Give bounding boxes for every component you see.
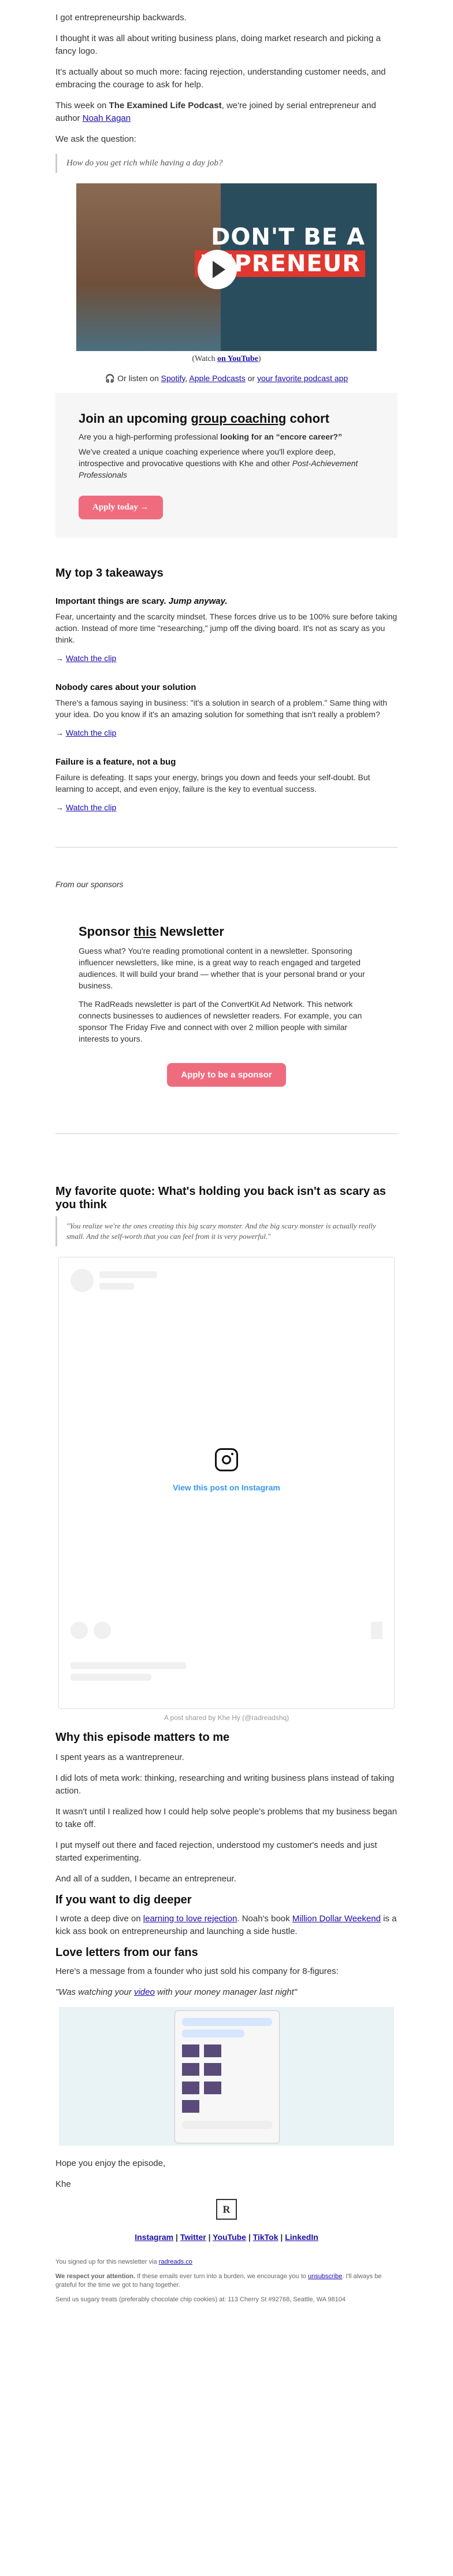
- love-p1: Here's a message from a founder who just…: [55, 1966, 339, 1976]
- social-links: Instagram | Twitter | YouTube | TikTok |…: [135, 2232, 318, 2242]
- spotify-link[interactable]: Spotify: [161, 374, 185, 383]
- intro-p4: This week on The Examined Life Podcast, …: [55, 101, 376, 123]
- apply-today-button[interactable]: Apply today →: [79, 496, 163, 519]
- instagram-attribution: A post shared by Khe Hy (@radreadshq): [164, 1714, 289, 1722]
- play-icon[interactable]: [198, 250, 237, 289]
- sponsor-p2: The RadReads newsletter is part of the C…: [79, 999, 362, 1043]
- placeholder-line: [99, 1283, 134, 1290]
- fan-message-screenshot: [59, 2007, 394, 2146]
- takeaway-item: Important things are scary. Jump anyway.…: [55, 596, 398, 663]
- tiktok-link[interactable]: TikTok: [253, 2232, 279, 2242]
- coaching-p1: Are you a high-performing professional l…: [79, 432, 342, 441]
- avatar: [70, 1269, 94, 1292]
- radreads-logo: R: [216, 2199, 237, 2220]
- bookmark-icon: [371, 1622, 383, 1639]
- takeaway-body: There's a famous saying in business: "it…: [55, 698, 388, 719]
- video-link[interactable]: video: [134, 1987, 155, 1997]
- apple-podcasts-link[interactable]: Apple Podcasts: [189, 374, 245, 383]
- podcast-app-link[interactable]: your favorite podcast app: [257, 374, 348, 383]
- like-icon: [70, 1622, 88, 1639]
- video-thumbnail[interactable]: DON'T BE A REPRENEUR: [76, 183, 377, 351]
- sponsor-card: Sponsor this Newsletter Guess what? You'…: [55, 908, 398, 1110]
- youtube-link[interactable]: YouTube: [213, 2232, 246, 2242]
- placeholder-line: [99, 1271, 157, 1278]
- phone-screenshot: [174, 2010, 280, 2143]
- group-coaching-link[interactable]: group coaching: [191, 411, 286, 426]
- sponsor-p1: Guess what? You're reading promotional c…: [79, 946, 365, 990]
- signature: Khe: [55, 2179, 71, 2189]
- love-title: Love letters from our fans: [55, 1946, 198, 1959]
- listen-line: 🎧 Or listen on Spotify, Apple Podcasts o…: [105, 374, 348, 383]
- takeaway-body: Failure is defeating. It saps your energ…: [55, 773, 370, 794]
- placeholder-line: [70, 1662, 186, 1669]
- radreads-link[interactable]: radreads.co: [159, 2258, 192, 2265]
- takeaway-item: Nobody cares about your solution There's…: [55, 682, 398, 737]
- instagram-link[interactable]: Instagram: [135, 2232, 173, 2242]
- intro-p1: I got entrepreneurship backwards.: [55, 13, 187, 23]
- video-caption: (Watch on YouTube): [192, 355, 261, 363]
- footer-respect: We respect your attention. If these emai…: [55, 2273, 382, 2289]
- sponsor-this-link[interactable]: this: [133, 924, 156, 939]
- takeaway-heading: Failure is a feature, not a bug: [55, 757, 176, 767]
- youtube-link[interactable]: on YouTube: [217, 355, 258, 363]
- love-quote: "Was watching your video with your money…: [55, 1987, 298, 1997]
- intro-p2: I thought it was all about writing busin…: [55, 34, 381, 56]
- linkedin-link[interactable]: LinkedIn: [285, 2232, 318, 2242]
- rejection-link[interactable]: learning to love rejection: [143, 1914, 237, 1924]
- instagram-icon[interactable]: [215, 1448, 238, 1471]
- intro-p3: It's actually about so much more: facing…: [55, 67, 386, 90]
- watch-clip-2[interactable]: → Watch the clip: [55, 728, 398, 737]
- why-p5: And all of a sudden, I became an entrepr…: [55, 1874, 236, 1884]
- view-on-instagram-link[interactable]: View this post on Instagram: [59, 1483, 394, 1492]
- takeaway-body: Fear, uncertainty and the scarcity minds…: [55, 612, 398, 644]
- watch-clip-1[interactable]: → Watch the clip: [55, 654, 398, 663]
- instagram-embed[interactable]: View this post on Instagram: [58, 1257, 395, 1709]
- why-p2: I did lots of meta work: thinking, resea…: [55, 1773, 395, 1796]
- why-p3: It wasn't until I realized how I could h…: [55, 1807, 398, 1829]
- watch-clip-3[interactable]: → Watch the clip: [55, 803, 398, 812]
- deeper-title: If you want to dig deeper: [55, 1894, 192, 1906]
- favquote-quote: "You realize we're the ones creating thi…: [55, 1216, 398, 1246]
- intro-p5: We ask the question:: [55, 134, 136, 144]
- coaching-p2: We've created a unique coaching experien…: [79, 447, 358, 479]
- takeaway-heading: Nobody cares about your solution: [55, 682, 196, 692]
- takeaways-title: My top 3 takeaways: [55, 567, 164, 580]
- coaching-card: Join an upcoming group coaching cohort A…: [55, 393, 398, 538]
- guest-link[interactable]: Noah Kagan: [83, 113, 131, 123]
- sponsor-title: Sponsor this Newsletter: [79, 924, 224, 939]
- apply-sponsor-button[interactable]: Apply to be a sponsor: [167, 1063, 286, 1087]
- coaching-title: Join an upcoming group coaching cohort: [79, 411, 329, 426]
- book-link[interactable]: Million Dollar Weekend: [292, 1914, 381, 1924]
- favquote-title: My favorite quote: What's holding you ba…: [55, 1185, 386, 1211]
- question-quote: How do you get rich while having a day j…: [55, 154, 398, 173]
- newsletter-body: I got entrepreneurship backwards. I thou…: [55, 0, 398, 2310]
- closing-p1: Hope you enjoy the episode,: [55, 2158, 166, 2168]
- why-p4: I put myself out there and faced rejecti…: [55, 1840, 377, 1863]
- footer-signup: You signed up for this newsletter via ra…: [55, 2258, 192, 2265]
- unsubscribe-link[interactable]: unsubscribe: [308, 2273, 342, 2280]
- podcast-name: The Examined Life Podcast: [109, 101, 222, 110]
- twitter-link[interactable]: Twitter: [180, 2232, 206, 2242]
- why-title: Why this episode matters to me: [55, 1731, 230, 1744]
- takeaway-item: Failure is a feature, not a bug Failure …: [55, 757, 398, 812]
- comment-icon: [94, 1622, 111, 1639]
- footer-address: Send us sugary treats (preferably chocol…: [55, 2296, 346, 2303]
- sponsors-label: From our sponsors: [55, 880, 124, 889]
- deeper-p: I wrote a deep dive on learning to love …: [55, 1914, 397, 1936]
- why-p1: I spent years as a wantrepreneur.: [55, 1752, 184, 1762]
- footer: You signed up for this newsletter via ra…: [55, 2258, 398, 2304]
- placeholder-line: [70, 1674, 151, 1681]
- takeaway-heading: Important things are scary. Jump anyway.: [55, 596, 228, 606]
